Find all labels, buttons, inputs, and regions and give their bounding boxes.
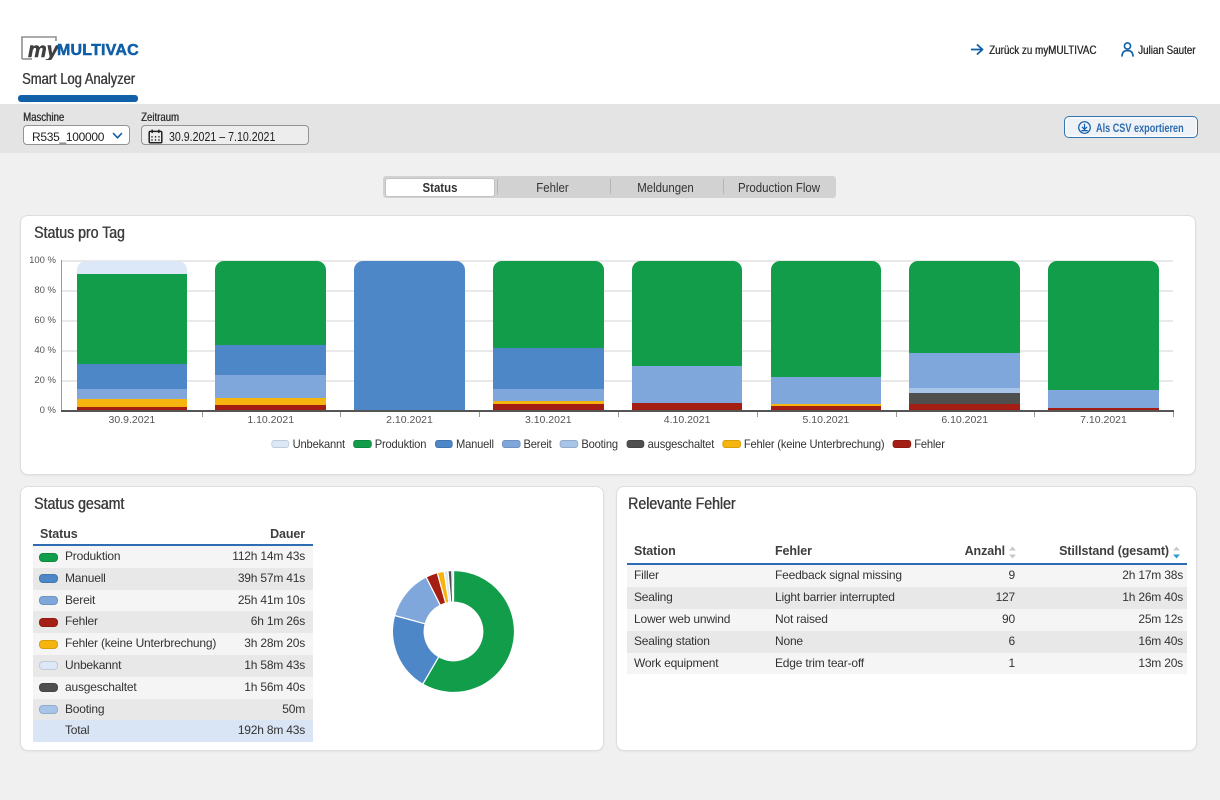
svg-text:MULTIVAC: MULTIVAC [57, 42, 139, 59]
svg-text:my: my [28, 39, 60, 60]
